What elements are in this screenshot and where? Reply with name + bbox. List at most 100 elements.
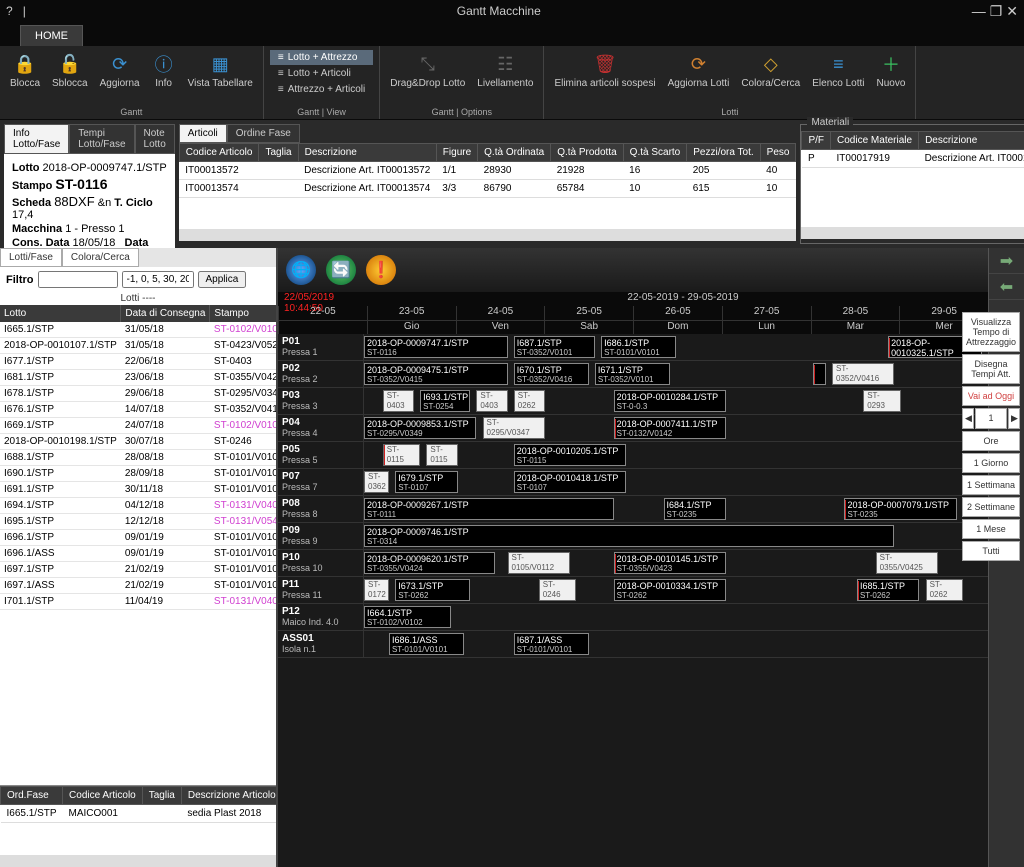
gantt-bar[interactable]: 2018-OP-0009475.1/STPST-0352/V0415: [364, 363, 508, 385]
colora-cerca-button[interactable]: ◇Colora/Cerca: [737, 50, 804, 91]
resource-cell[interactable]: P12Maico Ind. 4.0: [278, 604, 364, 630]
gantt-bar[interactable]: 2018-OP-0010334.1/STPST-0262: [614, 579, 726, 601]
aggiorna-lotti-button[interactable]: ⟳Aggiorna Lotti: [664, 50, 734, 91]
col-header[interactable]: Taglia: [259, 144, 298, 162]
col-header[interactable]: P/F: [802, 132, 831, 150]
attrezzo-articoli-button[interactable]: ≡Attrezzo + Articoli: [270, 82, 373, 97]
help-icon[interactable]: ?: [6, 4, 13, 18]
gantt-bar[interactable]: 2018-OP-0007411.1/STPST-0132/V0142: [614, 417, 726, 439]
col-header[interactable]: Descrizione Articolo: [181, 787, 276, 805]
gantt-bar[interactable]: ST-0355/V0425: [876, 552, 938, 574]
gantt-bar[interactable]: 2018-OP-0010205.1/STPST-0115: [514, 444, 626, 466]
side-button[interactable]: 1 Giorno: [962, 453, 1020, 473]
gantt-bar[interactable]: ST-0362: [364, 471, 389, 493]
table-row[interactable]: I694.1/STP04/12/18ST-0131/V0405P02: [0, 498, 276, 514]
side-button[interactable]: 1 Settimana: [962, 475, 1020, 495]
gantt-bar[interactable]: I685.1/STPST-0262: [857, 579, 919, 601]
lotto-articoli-button[interactable]: ≡Lotto + Articoli: [270, 66, 373, 81]
resource-cell[interactable]: P04Pressa 4: [278, 415, 364, 441]
gantt-bar[interactable]: I686.1/ASSST-0101/V0101: [389, 633, 464, 655]
col-header[interactable]: Codice Articolo: [179, 144, 259, 162]
col-header[interactable]: Q.tà Prodotta: [551, 144, 623, 162]
db-refresh-icon[interactable]: 🔄: [326, 255, 356, 285]
table-row[interactable]: I669.1/STP24/07/18ST-0102/V0102P12: [0, 418, 276, 434]
table-row[interactable]: 2018-OP-0010198.1/STP30/07/18ST-0246P11: [0, 434, 276, 450]
scrollbar[interactable]: [0, 855, 276, 867]
maximize-icon[interactable]: ❐: [990, 3, 1003, 20]
gantt-bar[interactable]: I664.1/STPST-0102/V0102: [364, 606, 451, 628]
tab-ordine-fase[interactable]: Ordine Fase: [227, 124, 300, 143]
side-button[interactable]: Vai ad Oggi: [962, 386, 1020, 406]
side-button[interactable]: Disegna Tempi Att.: [962, 354, 1020, 384]
side-button[interactable]: Ore: [962, 431, 1020, 451]
arrow-left-icon[interactable]: ⬅: [989, 274, 1024, 300]
resource-cell[interactable]: P01Pressa 1: [278, 334, 364, 360]
info-button[interactable]: ⓘInfo: [148, 50, 180, 91]
tab-articoli[interactable]: Articoli: [179, 124, 227, 143]
col-header[interactable]: Codice Materiale: [831, 132, 919, 150]
gantt-bar[interactable]: 2018-OP-0010418.1/STPST-0107: [514, 471, 626, 493]
lotto-attrezzo-button[interactable]: ≡Lotto + Attrezzo: [270, 50, 373, 65]
scrollbar[interactable]: [801, 227, 1024, 239]
close-icon[interactable]: ✕: [1006, 3, 1018, 20]
scrollbar[interactable]: [179, 229, 797, 241]
gantt-bar[interactable]: 2018-OP-0009267.1/STPST-0111: [364, 498, 614, 520]
gantt-bar[interactable]: ST-0105/V0112: [508, 552, 570, 574]
gantt-area[interactable]: 🌐 🔄 ❗ 22/05/2019 10:44:50 22-05-2019 - 2…: [278, 248, 988, 867]
gantt-bar[interactable]: I687.1/STPST-0352/V0101: [514, 336, 595, 358]
tab-info-lotto-fase[interactable]: Info Lotto/Fase: [4, 124, 69, 154]
sblocca-button[interactable]: 🔓Sblocca: [48, 50, 92, 91]
col-header[interactable]: Stampo: [210, 305, 276, 322]
gantt-bar[interactable]: I686.1/STPST-0101/V0101: [601, 336, 676, 358]
col-header[interactable]: Q.tà Scarto: [623, 144, 687, 162]
col-header[interactable]: Peso: [760, 144, 796, 162]
col-header[interactable]: Descrizione: [919, 132, 1024, 150]
blocca-button[interactable]: 🔒Blocca: [6, 50, 44, 91]
table-row[interactable]: I696.1/STP09/01/19ST-0101/V0101ASS: [0, 530, 276, 546]
livellamento-button[interactable]: ☷Livellamento: [473, 50, 537, 91]
col-header[interactable]: Ord.Fase: [1, 787, 63, 805]
gantt-bar[interactable]: ST-0295/V0347: [483, 417, 545, 439]
gantt-bar[interactable]: ST-0403: [476, 390, 507, 412]
gantt-bar[interactable]: ST-0403: [383, 390, 414, 412]
gantt-body[interactable]: P01Pressa 12018-OP-0009747.1/STPST-0116I…: [278, 334, 988, 867]
resource-cell[interactable]: ASS01Isola n.1: [278, 631, 364, 657]
gantt-bar[interactable]: I673.1/STPST-0262: [395, 579, 470, 601]
gantt-bar[interactable]: [813, 363, 825, 385]
col-header[interactable]: Taglia: [142, 787, 181, 805]
gantt-bar[interactable]: I687.1/ASSST-0101/V0101: [514, 633, 589, 655]
gantt-bar[interactable]: 2018-OP-0007079.1/STPST-0235: [844, 498, 956, 520]
gantt-bar[interactable]: 2018-OP-0009853.1/STPST-0295/V0349: [364, 417, 476, 439]
side-button[interactable]: Tutti: [962, 541, 1020, 561]
lotti-grid[interactable]: LottoData di ConsegnaStampoMaI665.1/STP3…: [0, 305, 276, 785]
elenco-lotti-button[interactable]: ≡Elenco Lotti: [808, 50, 868, 91]
side-button[interactable]: 1 Mese: [962, 519, 1020, 539]
table-row[interactable]: I695.1/STP12/12/18ST-0131/V0542P10: [0, 514, 276, 530]
ordfase-grid[interactable]: Ord.FaseCodice ArticoloTagliaDescrizione…: [0, 785, 276, 855]
tab-colora-cerca[interactable]: Colora/Cerca: [62, 248, 139, 267]
resource-cell[interactable]: P08Pressa 8: [278, 496, 364, 522]
table-row[interactable]: IT00013574Descrizione Art. IT000135743/3…: [179, 180, 796, 198]
filter-combo[interactable]: [122, 271, 194, 288]
spinner-down[interactable]: ◀: [962, 408, 974, 429]
col-header[interactable]: Pezzi/ora Tot.: [687, 144, 760, 162]
articoli-grid[interactable]: Codice ArticoloTagliaDescrizioneFigureQ.…: [179, 143, 797, 229]
tab-home[interactable]: HOME: [20, 25, 83, 46]
minimize-icon[interactable]: —: [972, 3, 986, 20]
table-row[interactable]: I696.1/ASS09/01/19ST-0101/V0101ASS: [0, 546, 276, 562]
spinner-up[interactable]: ▶: [1008, 408, 1020, 429]
gantt-bar[interactable]: ST-0172: [364, 579, 389, 601]
apply-button[interactable]: Applica: [198, 271, 247, 288]
gantt-bar[interactable]: ST-0115: [426, 444, 457, 466]
gantt-bar[interactable]: 2018-OP-0010145.1/STPST-0355/V0423: [614, 552, 726, 574]
resource-cell[interactable]: P09Pressa 9: [278, 523, 364, 549]
gantt-bar[interactable]: 2018-OP-0009620.1/STPST-0355/V0424: [364, 552, 495, 574]
col-header[interactable]: Figure: [436, 144, 477, 162]
table-row[interactable]: I691.1/STP30/11/18ST-0101/V0101P01: [0, 482, 276, 498]
dragdrop-button[interactable]: ⤡Drag&Drop Lotto: [386, 50, 469, 91]
col-header[interactable]: Q.tà Ordinata: [478, 144, 551, 162]
col-header[interactable]: Codice Articolo: [63, 787, 143, 805]
resource-cell[interactable]: P03Pressa 3: [278, 388, 364, 414]
col-header[interactable]: Lotto: [0, 305, 121, 322]
table-row[interactable]: I690.1/STP28/09/18ST-0101/V0101P01: [0, 466, 276, 482]
